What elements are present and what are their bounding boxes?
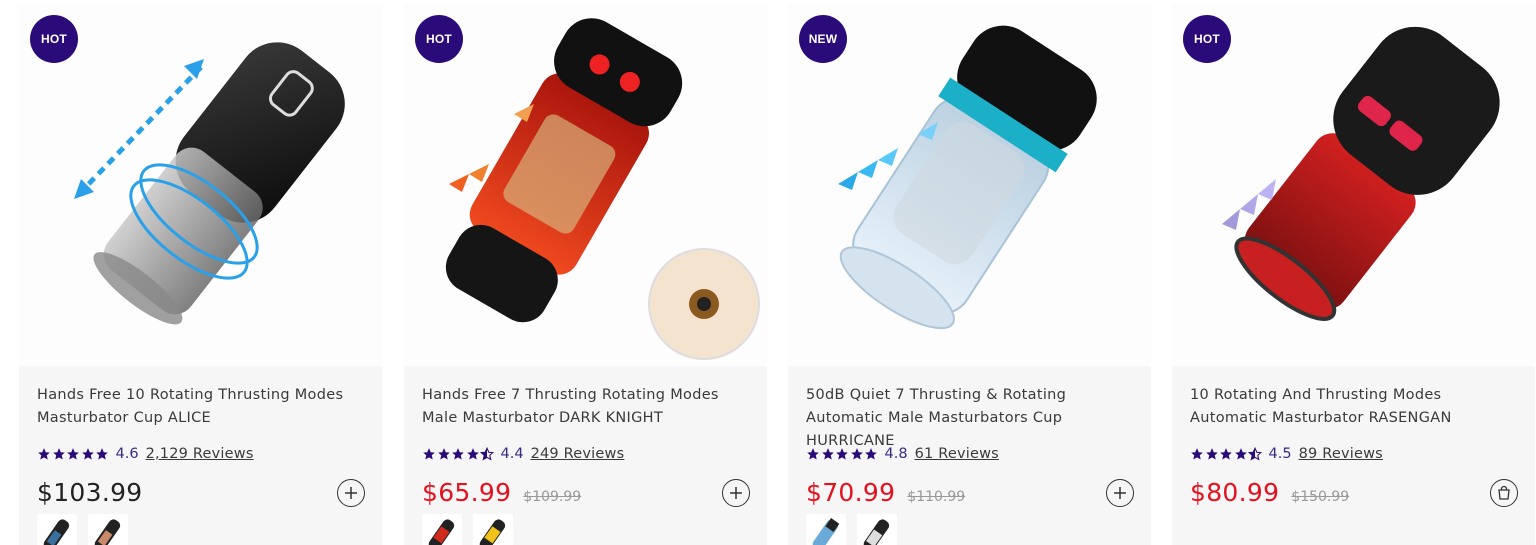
price-row: $80.99 $150.99: [1190, 478, 1349, 507]
star-icon: [452, 448, 464, 460]
product-photo-rasengan: [1222, 26, 1500, 321]
add-to-cart-button[interactable]: [1106, 479, 1134, 507]
product-image[interactable]: [404, 4, 767, 366]
swatch-thumbnail: [479, 519, 506, 545]
reviews-link[interactable]: 89 Reviews: [1299, 446, 1383, 462]
product-title[interactable]: Hands Free 10 Rotating Thrusting Modes M…: [37, 384, 367, 430]
swatch-thumbnail: [812, 518, 840, 545]
color-swatches: [422, 514, 524, 545]
star-half-icon: [480, 447, 494, 461]
product-card[interactable]: HOT Hands Free 10 Rotating Thrusting Mod…: [19, 4, 382, 545]
compare-price: $150.99: [1291, 489, 1350, 505]
star-icon: [423, 448, 435, 460]
star-icon: [466, 448, 479, 460]
star-icon: [437, 448, 450, 460]
swatch-thumbnail: [863, 519, 890, 545]
rating-value: 4.4: [500, 446, 524, 462]
star-icon: [67, 448, 79, 460]
add-to-cart-button[interactable]: [722, 479, 750, 507]
star-icon: [836, 448, 848, 460]
sale-price: $65.99: [422, 478, 512, 507]
star-icon: [850, 448, 863, 460]
product-image[interactable]: [788, 4, 1151, 366]
product-badge: HOT: [30, 15, 78, 63]
swatch-thumbnail: [94, 519, 121, 545]
star-icon: [1220, 448, 1232, 460]
star-icon: [38, 448, 50, 460]
sale-price: $70.99: [806, 478, 896, 507]
star-icon: [96, 448, 108, 460]
rating-value: 4.8: [884, 446, 908, 462]
color-swatch[interactable]: [473, 514, 513, 545]
reviews-link[interactable]: 249 Reviews: [531, 446, 625, 462]
product-badge: NEW: [799, 15, 847, 63]
color-swatches: [806, 514, 908, 545]
color-swatches: [37, 514, 139, 545]
star-rating: [1190, 447, 1263, 461]
price-row: $70.99 $110.99: [806, 478, 965, 507]
star-rating: [422, 447, 495, 461]
rating-value: 4.6: [115, 446, 139, 462]
swatch-thumbnail: [428, 519, 455, 545]
star-icon: [807, 448, 819, 460]
product-photo-alice: [74, 42, 345, 325]
star-icon: [821, 448, 834, 460]
plus-icon: [730, 487, 742, 499]
product-badge: HOT: [415, 15, 463, 63]
rating-value: 4.5: [1268, 446, 1292, 462]
star-icon: [865, 448, 877, 460]
star-icon: [1234, 448, 1247, 460]
add-to-cart-button[interactable]: [337, 479, 365, 507]
quick-buy-button[interactable]: [1490, 479, 1518, 507]
price-row: $65.99 $109.99: [422, 478, 581, 507]
star-rating: [806, 447, 879, 461]
color-swatch[interactable]: [806, 514, 846, 545]
star-rating: [37, 447, 110, 461]
product-title[interactable]: Hands Free 7 Thrusting Rotating Modes Ma…: [422, 384, 752, 430]
product-rating: 4.8 61 Reviews: [806, 444, 999, 464]
reviews-link[interactable]: 2,129 Reviews: [146, 446, 254, 462]
product-image[interactable]: [1172, 4, 1535, 366]
product-card[interactable]: HOT 10 Rotating And Thrusting Modes Auto…: [1172, 4, 1535, 545]
star-half-icon: [1248, 447, 1262, 461]
product-rating: 4.6 2,129 Reviews: [37, 444, 254, 464]
star-icon: [81, 448, 94, 460]
product-price: $103.99: [37, 478, 143, 507]
color-swatch[interactable]: [422, 514, 462, 545]
product-card[interactable]: HOT Hands Free 7 Thrusting Rotating Mode…: [404, 4, 767, 545]
swatch-thumbnail: [43, 519, 70, 545]
product-rating: 4.4 249 Reviews: [422, 444, 624, 464]
star-icon: [52, 448, 65, 460]
product-badge: HOT: [1183, 15, 1231, 63]
product-title[interactable]: 10 Rotating And Thrusting Modes Automati…: [1190, 384, 1520, 430]
product-card[interactable]: NEW 50dB Quiet 7 Thrusting & Rotating Au…: [788, 4, 1151, 545]
plus-icon: [345, 487, 357, 499]
price-row: $103.99: [37, 478, 142, 507]
product-image[interactable]: [19, 4, 382, 366]
star-icon: [1191, 448, 1203, 460]
shopping-bag-icon: [1498, 485, 1510, 500]
compare-price: $110.99: [907, 489, 966, 505]
product-grid: HOT Hands Free 10 Rotating Thrusting Mod…: [0, 0, 1536, 545]
sale-price: $80.99: [1190, 478, 1280, 507]
color-swatch[interactable]: [88, 514, 128, 545]
product-rating: 4.5 89 Reviews: [1190, 444, 1383, 464]
product-title[interactable]: 50dB Quiet 7 Thrusting & Rotating Automa…: [806, 384, 1136, 453]
star-icon: [1205, 448, 1218, 460]
color-swatch[interactable]: [37, 514, 77, 545]
compare-price: $109.99: [523, 489, 582, 505]
color-swatch[interactable]: [857, 514, 897, 545]
plus-icon: [1114, 487, 1126, 499]
reviews-link[interactable]: 61 Reviews: [915, 446, 999, 462]
product-photo-hurricane: [838, 25, 1097, 330]
product-photo-dark-knight: [445, 18, 760, 360]
